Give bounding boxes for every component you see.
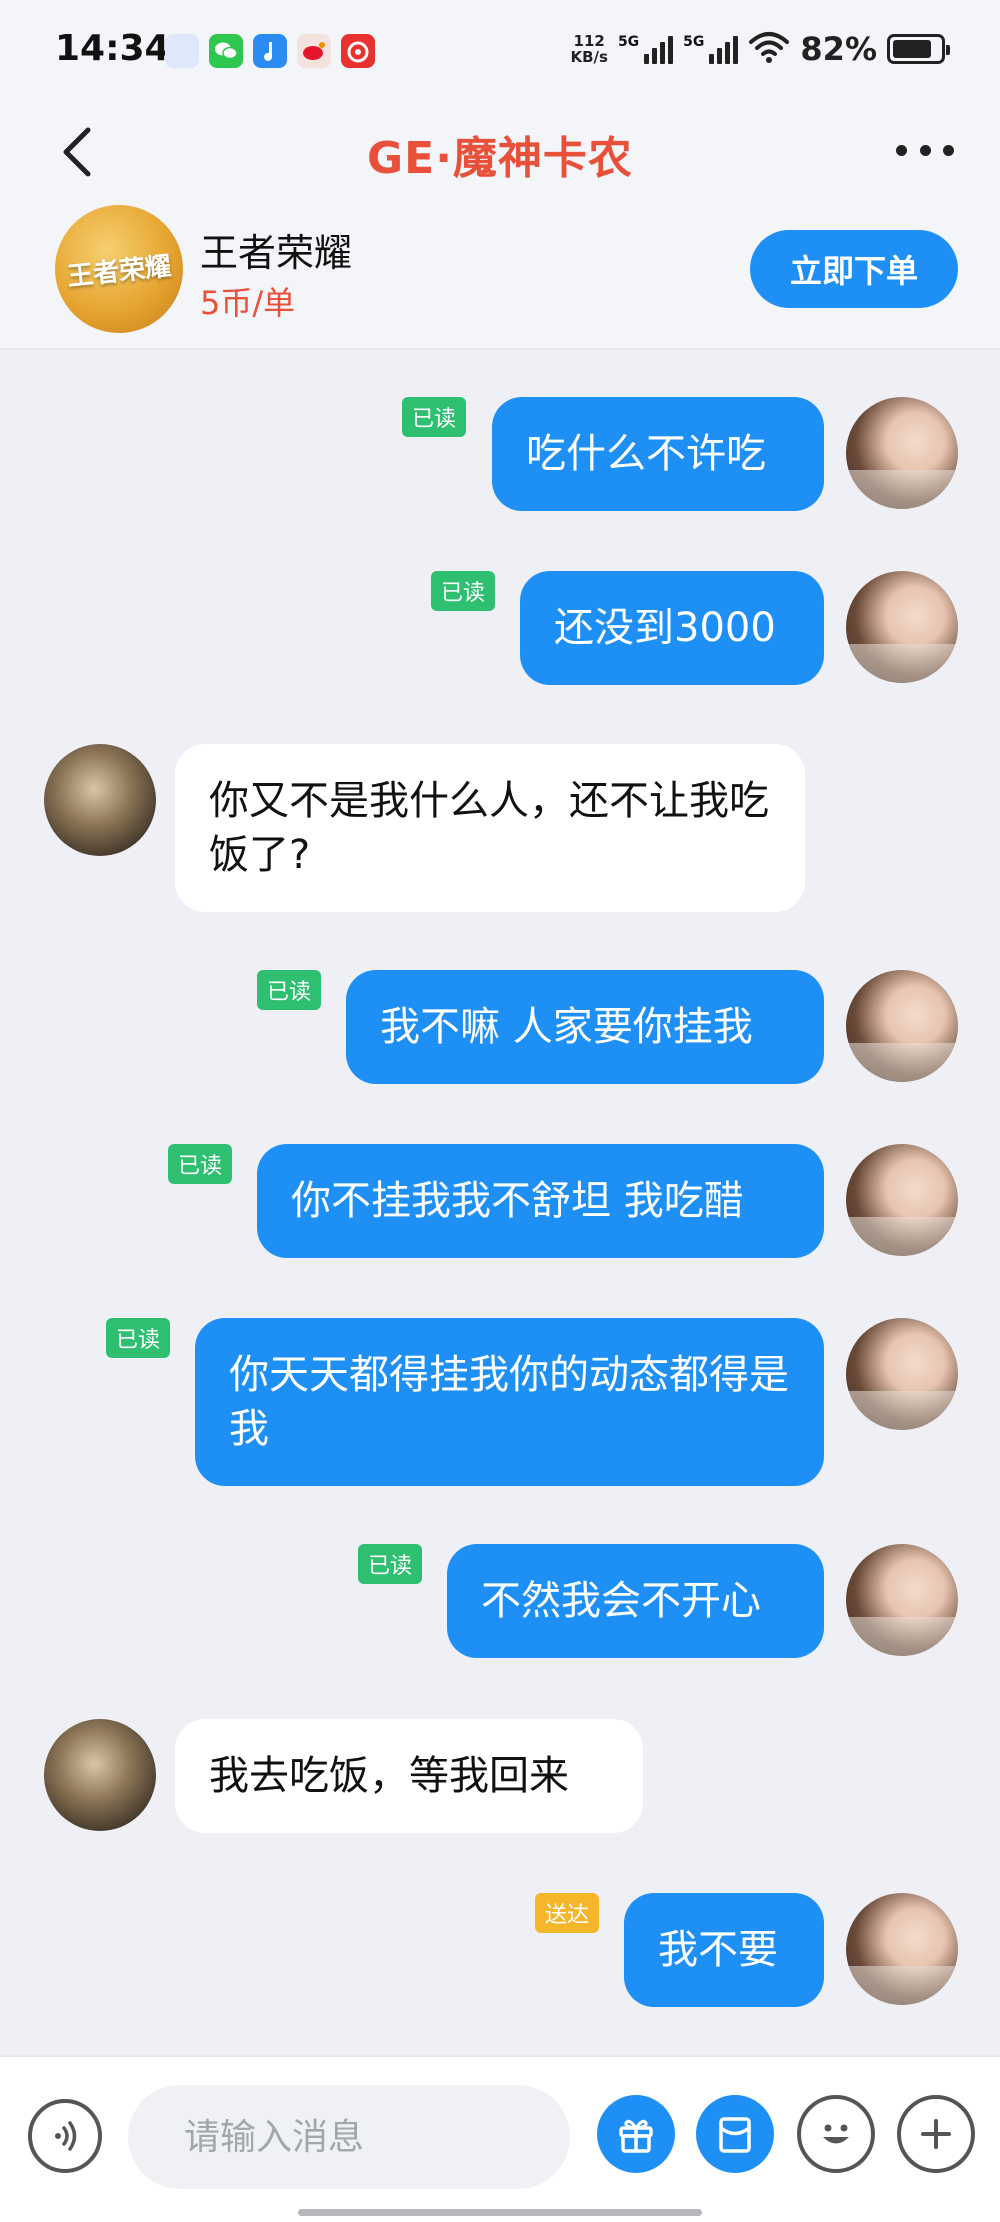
message-list[interactable]: 已读 吃什么不许吃 已读 还没到3000 你又不是我什么人，还不让我吃饭了? 已… [0,352,1000,2052]
read-status-badge: 已读 [106,1318,171,1358]
my-avatar[interactable] [846,1544,958,1656]
my-avatar[interactable] [846,1144,958,1256]
message-bubble-sent[interactable]: 你天天都得挂我你的动态都得是我 [195,1318,824,1486]
read-status-badge: 已读 [431,571,496,611]
more-attachments-button[interactable] [897,2095,975,2173]
status-bar: 14:34 112 KB/s 5G 5G 82% [0,0,1000,100]
order-now-button[interactable]: 立即下单 [750,230,958,308]
netease-music-icon [341,34,375,68]
status-time: 14:34 [55,28,170,69]
my-avatar[interactable] [846,397,958,509]
emoji-button[interactable] [797,2095,875,2173]
sim2-label: 5G [683,34,705,50]
message-input[interactable] [128,2085,570,2189]
game-logo-text: 王者荣耀 [65,251,173,292]
wifi-icon [748,30,790,68]
weibo-icon [297,34,331,68]
my-avatar[interactable] [846,571,958,683]
music-note-app-icon [253,34,287,68]
contact-avatar[interactable] [44,1719,156,1831]
service-price: 5币/单 [200,284,296,322]
page-title: GE·魔神卡农 [367,133,633,184]
notification-app-icons [165,34,375,68]
voice-input-button[interactable] [28,2099,102,2173]
message-bubble-received[interactable]: 你又不是我什么人，还不让我吃饭了? [175,744,805,912]
message-bubble-sent[interactable]: 我不要 [624,1893,824,2007]
my-avatar[interactable] [846,1893,958,2005]
battery-icon [887,34,950,64]
wechat-icon [209,34,243,68]
red-packet-button[interactable] [696,2095,774,2173]
game-name: 王者荣耀 [200,231,353,275]
network-speed: 112 KB/s [570,33,607,65]
signal-sim2-icon: 5G [683,34,739,64]
smiley-face-icon [823,2124,849,2144]
battery-level-fill [893,40,931,58]
read-status-badge: 已读 [402,397,467,437]
gift-button[interactable] [597,2095,675,2173]
signal-sim1-icon: 5G [617,34,674,64]
message-bubble-sent[interactable]: 不然我会不开心 [447,1544,824,1658]
contact-avatar[interactable] [44,744,156,856]
envelope-icon [719,2117,751,2153]
read-status-badge: 已读 [257,970,322,1010]
my-avatar[interactable] [846,1318,958,1430]
home-indicator[interactable] [298,2209,702,2216]
service-card: 王者荣耀 王者荣耀 5币/单 立即下单 [0,200,1000,350]
game-logo[interactable]: 王者荣耀 [55,205,183,333]
network-speed-value: 112 [573,32,605,50]
message-bubble-sent[interactable]: 还没到3000 [520,571,824,685]
message-bubble-sent[interactable]: 吃什么不许吃 [492,397,824,511]
delivered-status-badge: 送达 [535,1893,600,1933]
cloud-app-icon [165,34,199,68]
voice-wave-icon [55,2121,77,2151]
more-dot-icon [943,144,954,156]
more-dot-icon [919,144,931,156]
plus-icon [921,2119,951,2149]
read-status-badge: 已读 [358,1544,423,1584]
message-input-bar [0,2055,1000,2222]
read-status-badge: 已读 [168,1144,233,1184]
gift-icon [619,2119,653,2153]
more-dot-icon [896,144,907,156]
my-avatar[interactable] [846,970,958,1082]
battery-percent: 82% [800,30,877,68]
network-speed-unit: KB/s [570,48,608,66]
message-bubble-sent[interactable]: 我不嘛 人家要你挂我 [346,970,824,1084]
more-options-button[interactable] [890,130,960,170]
message-bubble-sent[interactable]: 你不挂我我不舒坦 我吃醋 [257,1144,824,1258]
chat-header: GE·魔神卡农 [0,100,1000,200]
sim1-label: 5G [617,34,640,50]
message-bubble-received[interactable]: 我去吃饭，等我回来 [175,1719,643,1833]
status-indicators: 112 KB/s 5G 5G 82% [570,30,950,68]
